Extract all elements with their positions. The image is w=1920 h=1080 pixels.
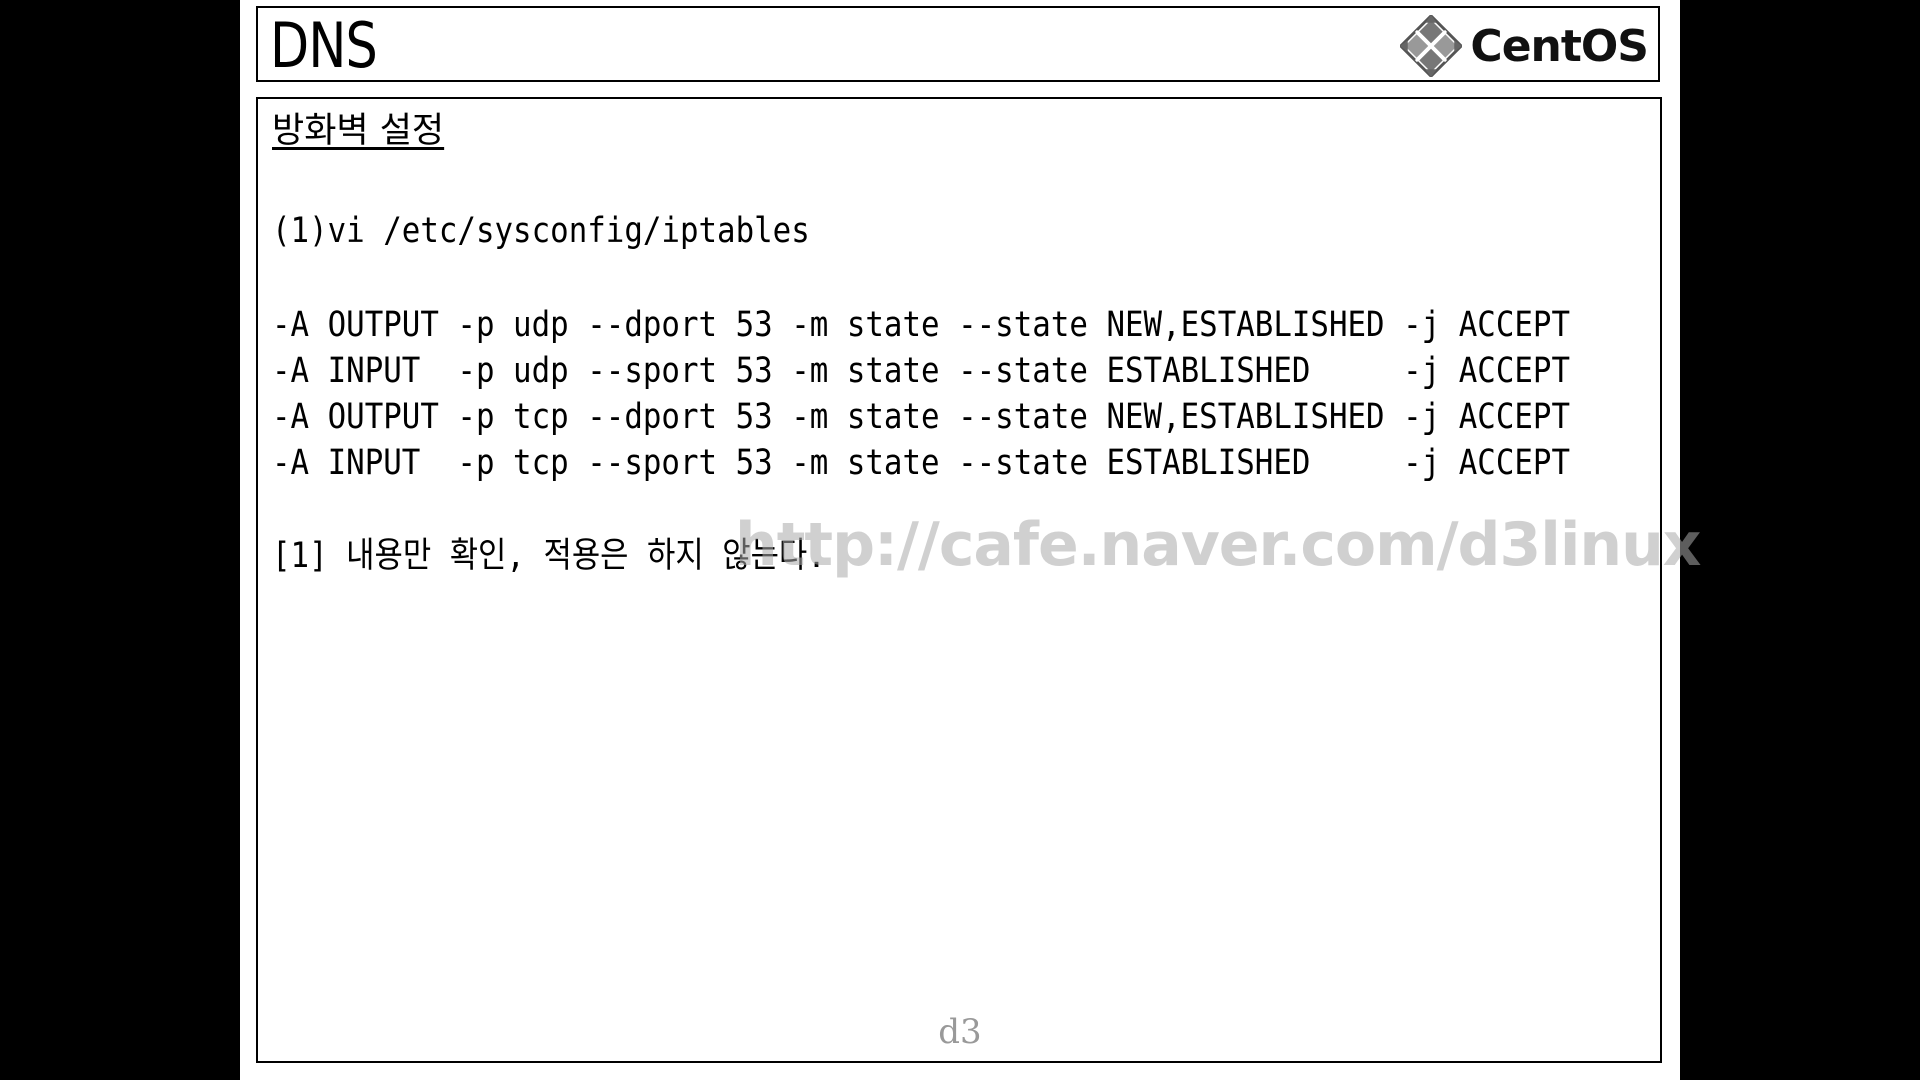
title-bar: DNS CentOS — [256, 6, 1660, 82]
step-command: (1)vi /etc/sysconfig/iptables — [272, 211, 810, 251]
section-heading: 방화벽 설정 — [272, 111, 445, 151]
iptables-rule: -A INPUT -p udp --sport 53 -m state --st… — [272, 351, 1571, 391]
iptables-rule: -A INPUT -p tcp --sport 53 -m state --st… — [272, 443, 1571, 483]
footer-label: d3 — [938, 1012, 982, 1052]
content-area: 방화벽 설정 (1)vi /etc/sysconfig/iptables -A … — [256, 97, 1662, 1063]
page-title: DNS — [270, 9, 378, 82]
iptables-rule: -A OUTPUT -p tcp --dport 53 -m state --s… — [272, 397, 1571, 437]
slide: DNS CentOS 방화벽 설정 (1)vi /etc/sysconfig/i… — [240, 0, 1702, 1080]
logo-text: CentOS — [1470, 20, 1649, 72]
watermark: http://cafe.naver.com/d3linux — [735, 510, 1702, 580]
centos-logo: CentOS — [1400, 14, 1649, 78]
centos-logo-icon — [1400, 15, 1463, 77]
iptables-rule: -A OUTPUT -p udp --dport 53 -m state --s… — [272, 305, 1571, 345]
